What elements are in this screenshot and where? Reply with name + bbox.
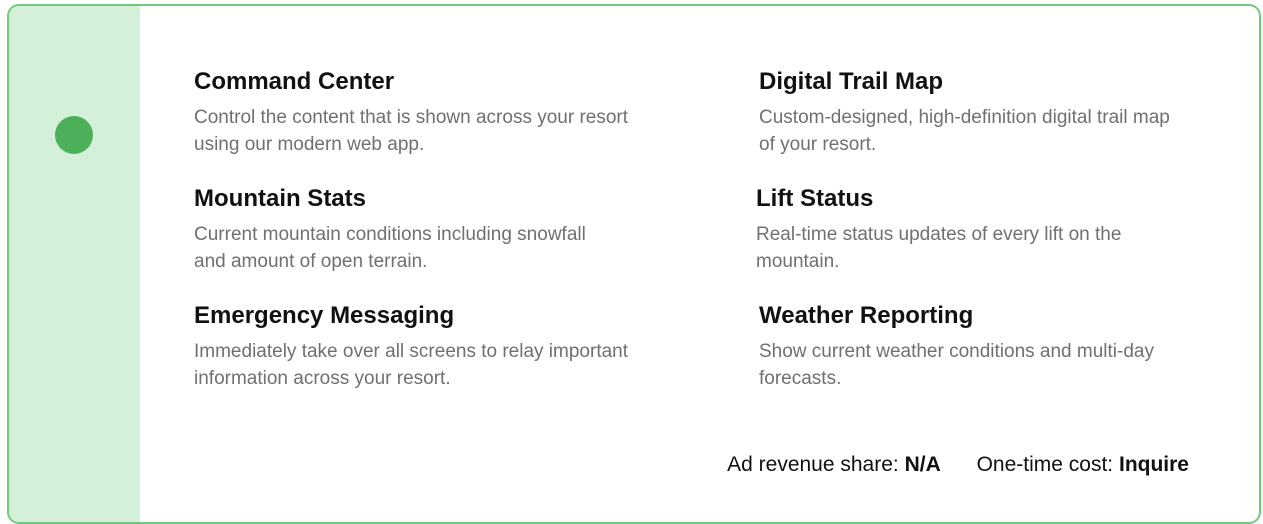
feature-description: Immediately take over all screens to rel… (194, 341, 629, 389)
feature-digital-trail-map: Digital Trail Map Custom-designed, high-… (759, 68, 1179, 158)
feature-title: Emergency Messaging (194, 302, 455, 329)
ad-revenue-value: N/A (904, 453, 941, 476)
card-side-panel (9, 6, 140, 522)
feature-description: Custom-designed, high-definition digital… (759, 107, 1170, 155)
feature-title: Weather Reporting (759, 302, 974, 329)
one-time-cost-value: Inquire (1118, 453, 1189, 476)
feature-title: Digital Trail Map (759, 68, 944, 95)
one-time-cost-label: One-time cost: (976, 453, 1114, 476)
one-time-cost: One-time cost: Inquire (977, 453, 1189, 476)
ad-revenue-share: Ad revenue share: N/A (727, 453, 946, 476)
feature-title: Lift Status (756, 185, 874, 212)
feature-description: Current mountain conditions including sn… (194, 224, 586, 272)
feature-title: Command Center (194, 68, 395, 95)
pricing-summary: Ad revenue share: N/A One-time cost: Inq… (727, 453, 1189, 477)
feature-description: Show current weather conditions and mult… (759, 341, 1154, 389)
feature-lift-status: Lift Status Real-time status updates of … (756, 185, 1196, 275)
ad-revenue-label: Ad revenue share: (727, 453, 899, 476)
feature-title: Mountain Stats (194, 185, 366, 212)
feature-weather-reporting: Weather Reporting Show current weather c… (759, 302, 1159, 392)
feature-description: Control the content that is shown across… (194, 107, 629, 155)
package-select-indicator[interactable] (55, 116, 93, 154)
feature-emergency-messaging: Emergency Messaging Immediately take ove… (194, 302, 644, 392)
feature-description: Real-time status updates of every lift o… (756, 224, 1122, 272)
package-card[interactable]: Command Center Control the content that … (7, 4, 1261, 524)
feature-command-center: Command Center Control the content that … (194, 68, 634, 158)
feature-mountain-stats: Mountain Stats Current mountain conditio… (194, 185, 614, 275)
